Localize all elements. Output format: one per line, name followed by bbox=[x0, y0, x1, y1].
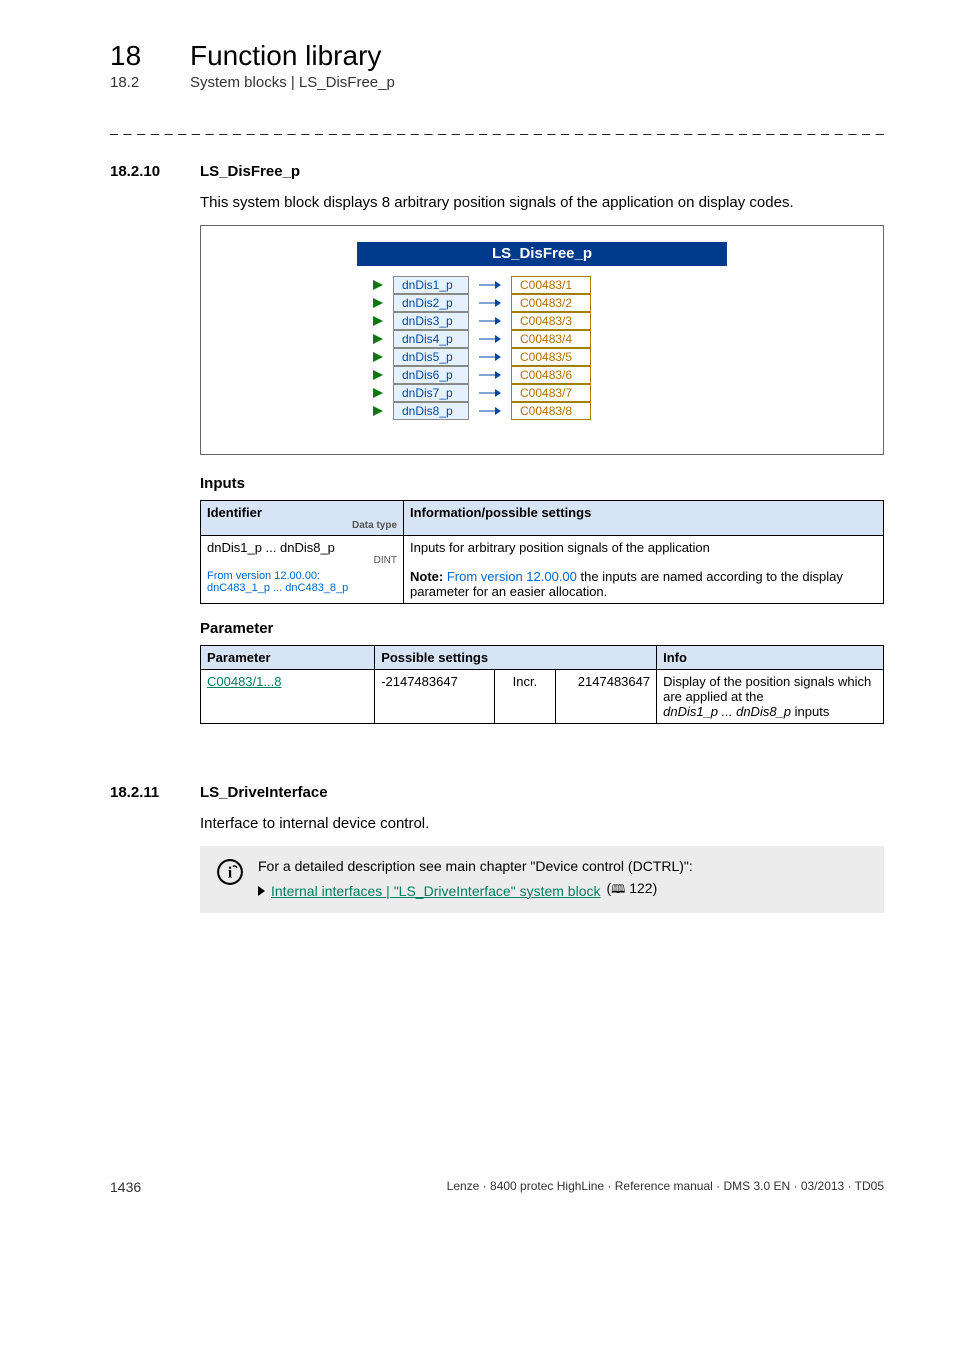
param-th-info: Info bbox=[657, 646, 884, 670]
section-intro: This system block displays 8 arbitrary p… bbox=[200, 194, 884, 211]
callout-pageref: (🕮 122) bbox=[607, 880, 658, 901]
figure-row: dnDis7_p C00483/7 bbox=[369, 384, 591, 402]
figure-row: dnDis6_p C00483/6 bbox=[369, 366, 591, 384]
arrow-right-icon bbox=[479, 332, 501, 346]
callout-page: 122 bbox=[629, 880, 652, 896]
figure-port: dnDis7_p bbox=[393, 384, 469, 402]
figure-port: dnDis8_p bbox=[393, 402, 469, 420]
arrow-left-icon bbox=[369, 314, 383, 328]
figure-row: dnDis2_p C00483/2 bbox=[369, 294, 591, 312]
arrow-right-icon bbox=[479, 404, 501, 418]
figure-code: C00483/8 bbox=[511, 402, 591, 420]
arrow-right-icon bbox=[479, 386, 501, 400]
param-th-parameter: Parameter bbox=[201, 646, 375, 670]
inputs-identifier: dnDis1_p ... dnDis8_p bbox=[207, 540, 397, 555]
figure-port: dnDis5_p bbox=[393, 348, 469, 366]
dash-rule: _ _ _ _ _ _ _ _ _ _ _ _ _ _ _ _ _ _ _ _ … bbox=[110, 119, 884, 135]
figure-row: dnDis8_p C00483/8 bbox=[369, 402, 591, 420]
arrow-right-icon bbox=[479, 296, 501, 310]
chapter-number: 18 bbox=[110, 40, 160, 72]
arrow-left-icon bbox=[369, 350, 383, 364]
arrow-left-icon bbox=[369, 296, 383, 310]
figure-title: LS_DisFree_p bbox=[357, 242, 727, 266]
section-title: LS_DisFree_p bbox=[200, 163, 300, 180]
figure-port: dnDis4_p bbox=[393, 330, 469, 348]
figure-code: C00483/1 bbox=[511, 276, 591, 294]
param-info-l3-suffix: inputs bbox=[791, 704, 829, 719]
footer-page-number: 1436 bbox=[110, 1179, 141, 1195]
footer-right: Lenze · 8400 protec HighLine · Reference… bbox=[447, 1179, 884, 1195]
svg-text:i: i bbox=[228, 865, 233, 882]
figure-code: C00483/3 bbox=[511, 312, 591, 330]
inputs-th-datatype: Data type bbox=[207, 520, 397, 531]
figure-row: dnDis1_p C00483/1 bbox=[369, 276, 591, 294]
arrow-left-icon bbox=[369, 368, 383, 382]
inputs-th-info: Information/possible settings bbox=[404, 501, 884, 536]
param-unit: Incr. bbox=[495, 670, 556, 724]
inputs-version-line2: dnC483_1_p ... dnC483_8_p bbox=[207, 582, 397, 594]
figure-code: C00483/6 bbox=[511, 366, 591, 384]
subchapter-number: 18.2 bbox=[110, 74, 160, 91]
arrow-left-icon bbox=[369, 278, 383, 292]
inputs-info-note: Note: From version 12.00.00 the inputs a… bbox=[410, 569, 877, 584]
figure-block: LS_DisFree_p dnDis1_p C00483/1 dnDis2_p C00… bbox=[357, 242, 727, 438]
param-info: Display of the position signals which ar… bbox=[657, 670, 884, 724]
chapter-title: Function library bbox=[190, 40, 381, 72]
figure-row: dnDis4_p C00483/4 bbox=[369, 330, 591, 348]
figure-code: C00483/5 bbox=[511, 348, 591, 366]
inputs-note-rest1: the inputs are named according to the di… bbox=[581, 569, 843, 584]
param-info-l1: Display of the position signals which bbox=[663, 674, 877, 689]
inputs-datatype: DINT bbox=[207, 555, 397, 566]
param-info-l3: dnDis1_p ... dnDis8_p bbox=[663, 704, 791, 719]
inputs-heading: Inputs bbox=[200, 475, 884, 492]
arrow-right-icon bbox=[479, 314, 501, 328]
callout-line1: For a detailed description see main chap… bbox=[258, 858, 693, 874]
figure-port: dnDis2_p bbox=[393, 294, 469, 312]
section-title: LS_DriveInterface bbox=[200, 784, 328, 801]
figure-row: dnDis5_p C00483/5 bbox=[369, 348, 591, 366]
info-icon: i bbox=[216, 858, 244, 886]
figure-port: dnDis1_p bbox=[393, 276, 469, 294]
figure-code: C00483/2 bbox=[511, 294, 591, 312]
figure-code: C00483/7 bbox=[511, 384, 591, 402]
book-icon: 🕮 bbox=[611, 880, 625, 901]
param-low: -2147483647 bbox=[375, 670, 495, 724]
arrow-left-icon bbox=[369, 386, 383, 400]
param-code-link[interactable]: C00483/1...8 bbox=[207, 674, 281, 689]
inputs-version-line1: From version 12.00.00: bbox=[207, 570, 397, 582]
param-high: 2147483647 bbox=[555, 670, 656, 724]
section-number: 18.2.10 bbox=[110, 163, 180, 180]
figure-frame: LS_DisFree_p dnDis1_p C00483/1 dnDis2_p C00… bbox=[200, 225, 884, 455]
inputs-info-line1: Inputs for arbitrary position signals of… bbox=[410, 540, 877, 555]
info-callout: i For a detailed description see main ch… bbox=[200, 846, 884, 913]
figure-port: dnDis3_p bbox=[393, 312, 469, 330]
param-info-l2: are applied at the bbox=[663, 689, 877, 704]
inputs-table: Identifier Data type Information/possibl… bbox=[200, 500, 884, 604]
arrow-right-icon bbox=[479, 350, 501, 364]
subchapter-title: System blocks | LS_DisFree_p bbox=[190, 74, 395, 91]
arrow-right-icon bbox=[479, 368, 501, 382]
arrow-right-icon bbox=[479, 278, 501, 292]
figure-port: dnDis6_p bbox=[393, 366, 469, 384]
figure-code: C00483/4 bbox=[511, 330, 591, 348]
inputs-note-rest2: parameter for an easier allocation. bbox=[410, 584, 877, 599]
inputs-note-blue: From version 12.00.00 bbox=[443, 569, 580, 584]
inputs-note-label: Note: bbox=[410, 569, 443, 584]
parameter-table: Parameter Possible settings Info C00483/… bbox=[200, 645, 884, 724]
arrow-left-icon bbox=[369, 332, 383, 346]
figure-row: dnDis3_p C00483/3 bbox=[369, 312, 591, 330]
callout-link[interactable]: Internal interfaces | "LS_DriveInterface… bbox=[271, 883, 601, 899]
page-footer: 1436 Lenze · 8400 protec HighLine · Refe… bbox=[110, 1173, 884, 1195]
section-number: 18.2.11 bbox=[110, 784, 180, 801]
arrow-left-icon bbox=[369, 404, 383, 418]
triangle-icon bbox=[258, 886, 265, 896]
section-intro: Interface to internal device control. bbox=[200, 815, 884, 832]
parameter-heading: Parameter bbox=[200, 620, 884, 637]
inputs-th-identifier: Identifier bbox=[207, 505, 262, 520]
param-th-possible: Possible settings bbox=[375, 646, 657, 670]
figure-body: dnDis1_pC00483/1dnDis2_pC00483/2dnDis3_p… bbox=[357, 266, 727, 438]
